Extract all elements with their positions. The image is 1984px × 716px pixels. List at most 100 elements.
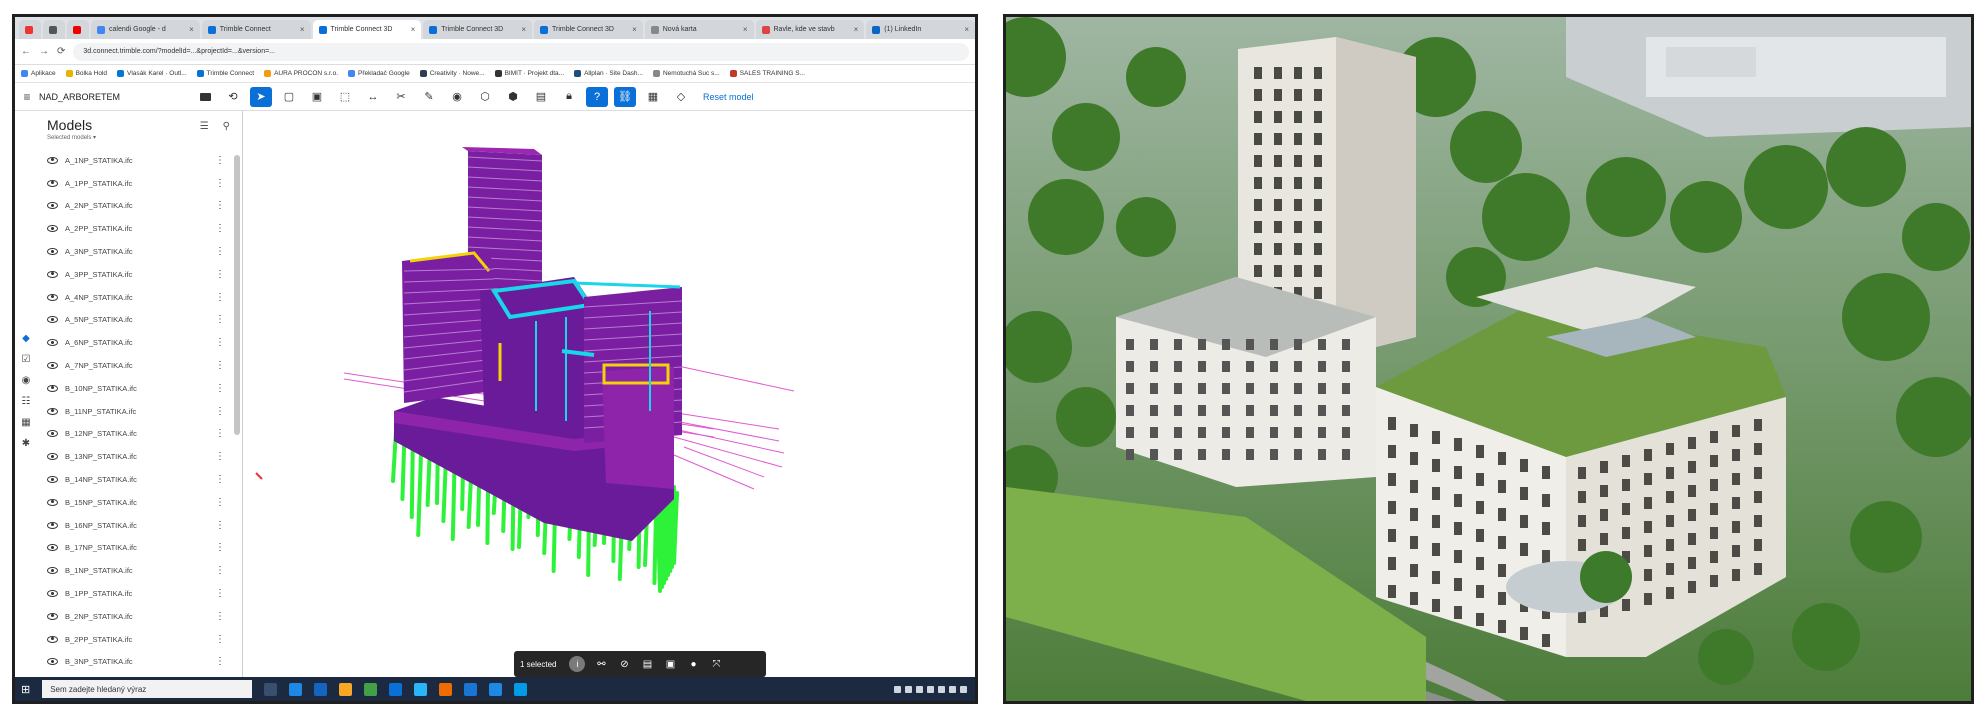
visibility-eye-icon[interactable]: [47, 225, 58, 233]
visibility-eye-icon[interactable]: [47, 430, 58, 438]
browser-tab[interactable]: Ravle, kde ve stavb ×: [755, 20, 865, 39]
model-list-item[interactable]: A_1PP_STATIKA.ifc ⋮: [37, 172, 233, 195]
visibility-eye-icon[interactable]: [47, 179, 58, 187]
model-list-item[interactable]: A_3NP_STATIKA.ifc ⋮: [37, 240, 233, 263]
bookmark[interactable]: AURA PROCON s.r.o.: [264, 70, 338, 77]
browser-tab[interactable]: Trimble Connect ×: [201, 20, 311, 39]
model-list-item[interactable]: B_13NP_STATIKA.ifc ⋮: [37, 445, 233, 468]
more-options-icon[interactable]: ⋮: [215, 406, 225, 417]
more-options-icon[interactable]: ⋮: [215, 542, 225, 553]
close-tab-icon[interactable]: ×: [521, 25, 526, 34]
visibility-eye-icon[interactable]: [47, 635, 58, 643]
explorer-icon[interactable]: [339, 682, 353, 696]
visibility-eye-icon[interactable]: [47, 362, 58, 370]
project-selector[interactable]: NAD_ARBORETEM: [39, 92, 219, 102]
app4-icon[interactable]: [489, 682, 503, 696]
more-options-icon[interactable]: ⋮: [215, 223, 225, 234]
close-tab-icon[interactable]: ×: [300, 25, 305, 34]
visibility-eye-icon[interactable]: [47, 567, 58, 575]
bookmark[interactable]: Aplikace: [21, 70, 56, 77]
visibility-eye-icon[interactable]: [47, 658, 58, 666]
shape-icon[interactable]: ⬡: [474, 87, 496, 107]
browser-tab[interactable]: Trimble Connect 3D ×: [534, 20, 643, 39]
visibility-eye-icon[interactable]: [47, 384, 58, 392]
3d-viewport[interactable]: 1 selected i ⚯ ⊘ ▤ ▣ ● ⤧: [244, 111, 975, 677]
close-tab-icon[interactable]: ×: [743, 25, 748, 34]
more-options-icon[interactable]: ⋮: [215, 383, 225, 394]
image-icon[interactable]: ▣: [306, 87, 328, 107]
table-icon[interactable]: ▦: [21, 417, 30, 428]
visibility-eye-icon[interactable]: [47, 248, 58, 256]
settings-icon[interactable]: ✱: [22, 438, 30, 449]
visibility-eye-icon[interactable]: [47, 270, 58, 278]
link-icon[interactable]: ⛓: [614, 86, 636, 107]
search-icon[interactable]: ⚲: [223, 121, 230, 132]
more-options-icon[interactable]: ⋮: [215, 314, 225, 325]
layers-icon[interactable]: ▤: [530, 87, 552, 107]
forward-icon[interactable]: →: [39, 46, 49, 57]
reload-icon[interactable]: ⟳: [57, 46, 65, 57]
close-tab-icon[interactable]: ×: [189, 25, 194, 34]
browser-tab[interactable]: Trimble Connect 3D ×: [312, 20, 422, 39]
more-options-icon[interactable]: ⋮: [215, 474, 225, 485]
box-select-icon[interactable]: ▢: [278, 87, 300, 107]
model-list-item[interactable]: B_1PP_STATIKA.ifc ⋮: [37, 582, 233, 605]
bookmark[interactable]: Překladač Google: [348, 70, 410, 77]
more-options-icon[interactable]: ⋮: [215, 428, 225, 439]
markup-icon[interactable]: ✎: [418, 87, 440, 107]
skype-icon[interactable]: [514, 682, 528, 696]
browser-tab[interactable]: [67, 20, 89, 39]
model-list-item[interactable]: B_14NP_STATIKA.ifc ⋮: [37, 468, 233, 491]
taskbar-search[interactable]: Sem zadejte hledaný výraz: [42, 680, 253, 698]
model-list-item[interactable]: A_3PP_STATIKA.ifc ⋮: [37, 263, 233, 286]
more-options-icon[interactable]: ⋮: [215, 292, 225, 303]
camera-icon[interactable]: ◉: [446, 87, 468, 107]
task-view-icon[interactable]: [264, 682, 278, 696]
help-icon[interactable]: ?: [586, 86, 608, 107]
more-options-icon[interactable]: ⋮: [215, 360, 225, 371]
fit-icon[interactable]: ⤧: [709, 659, 723, 670]
model-list-item[interactable]: A_4NP_STATIKA.ifc ⋮: [37, 286, 233, 309]
visibility-eye-icon[interactable]: [47, 339, 58, 347]
more-options-icon[interactable]: ⋮: [215, 520, 225, 531]
hide-icon[interactable]: ⊘: [617, 659, 631, 670]
more-options-icon[interactable]: ⋮: [215, 200, 225, 211]
model-list-item[interactable]: A_6NP_STATIKA.ifc ⋮: [37, 331, 233, 354]
model-list-item[interactable]: B_2PP_STATIKA.ifc ⋮: [37, 628, 233, 651]
bookmark[interactable]: Allplan · Site Dash...: [574, 70, 643, 77]
close-tab-icon[interactable]: ×: [411, 25, 416, 34]
reset-model-link[interactable]: Reset model: [703, 92, 754, 102]
transparent-icon[interactable]: ▣: [663, 659, 677, 670]
browser-tab[interactable]: [19, 20, 41, 39]
visibility-eye-icon[interactable]: [47, 498, 58, 506]
more-options-icon[interactable]: ⋮: [215, 269, 225, 280]
model-list-item[interactable]: B_15NP_STATIKA.ifc ⋮: [37, 491, 233, 514]
measure-icon[interactable]: ↔: [362, 87, 384, 107]
model-list-item[interactable]: B_3NP_STATIKA.ifc ⋮: [37, 651, 233, 674]
bookmark[interactable]: Vlasák Karel · Outl...: [117, 70, 187, 77]
visibility-eye-icon[interactable]: [47, 316, 58, 324]
camera-icon[interactable]: ◉: [22, 375, 31, 386]
layers-icon[interactable]: ▤: [640, 659, 654, 670]
checklist-icon[interactable]: ☑: [22, 354, 31, 365]
model-list-item[interactable]: B_2NP_STATIKA.ifc ⋮: [37, 605, 233, 628]
bookmark[interactable]: Creativity · Nowe...: [419, 70, 485, 77]
more-options-icon[interactable]: ⋮: [215, 178, 225, 189]
frame-icon[interactable]: ⬚: [334, 87, 356, 107]
visibility-eye-icon[interactable]: [47, 521, 58, 529]
tree-icon[interactable]: ☷: [22, 396, 31, 407]
models-icon[interactable]: ◆: [22, 333, 30, 344]
visibility-eye-icon[interactable]: [47, 407, 58, 415]
info-icon[interactable]: i: [569, 656, 586, 672]
chrome-icon[interactable]: [364, 682, 378, 696]
close-tab-icon[interactable]: ×: [854, 25, 859, 34]
visibility-eye-icon[interactable]: [47, 156, 58, 164]
orbit-icon[interactable]: ⟲: [222, 87, 244, 107]
model-list-item[interactable]: B_16NP_STATIKA.ifc ⋮: [37, 514, 233, 537]
model-list-item[interactable]: B_1NP_STATIKA.ifc ⋮: [37, 559, 233, 582]
more-options-icon[interactable]: ⋮: [215, 497, 225, 508]
select-icon[interactable]: ➤: [250, 86, 272, 107]
visibility-eye-icon[interactable]: [47, 590, 58, 598]
browser-tab[interactable]: calendi Google - d ×: [91, 20, 200, 39]
bookmark[interactable]: SALES TRAINING S...: [729, 70, 805, 77]
